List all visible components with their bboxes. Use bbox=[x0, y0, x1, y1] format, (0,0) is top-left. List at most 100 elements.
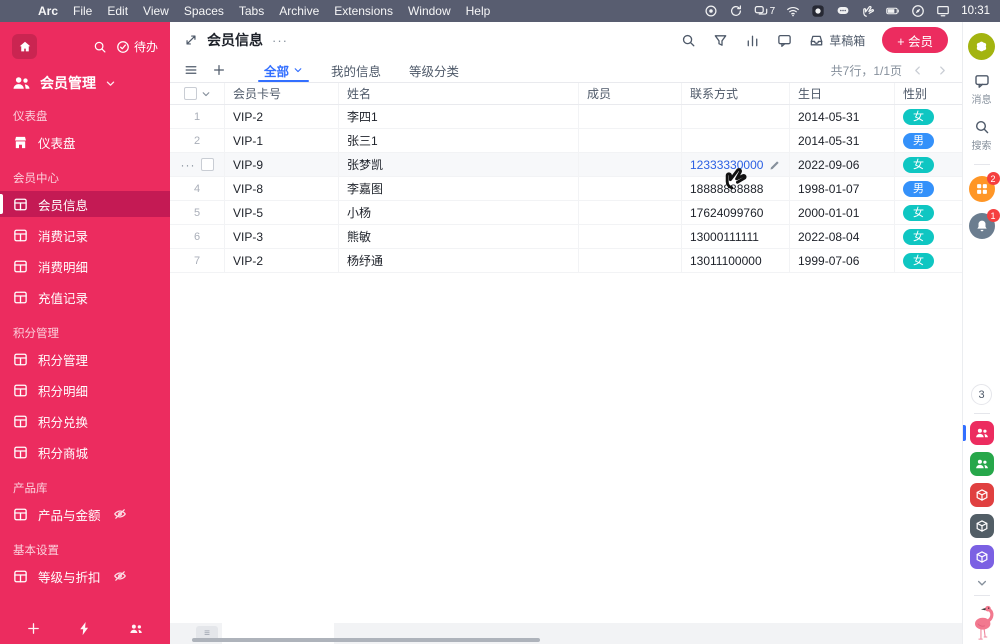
dock-search-button[interactable]: 搜索 bbox=[972, 119, 992, 152]
sidebar-item-积分兑换[interactable]: 积分兑换 bbox=[0, 408, 170, 434]
dock-app-3[interactable] bbox=[969, 483, 994, 507]
workspace-switcher[interactable]: 会员管理 bbox=[12, 73, 158, 93]
messages-button[interactable]: 消息 bbox=[972, 73, 992, 106]
sidebar-item-产品与金额[interactable]: 产品与金额 bbox=[0, 501, 170, 527]
record-icon[interactable] bbox=[704, 4, 718, 18]
row-menu-icon[interactable]: ··· bbox=[181, 158, 196, 172]
flamingo-mascot[interactable] bbox=[965, 602, 999, 644]
notifications-button[interactable]: 1 bbox=[968, 209, 1000, 239]
row-number: 2 bbox=[193, 134, 201, 147]
gender-badge: 女 bbox=[903, 252, 934, 269]
column-header-联系方式[interactable]: 联系方式 bbox=[682, 83, 790, 104]
table-row-6[interactable]: 6 VIP-3 熊敏 13000111111 2022-08-04 女 bbox=[170, 225, 962, 249]
menubar-item-extensions[interactable]: Extensions bbox=[334, 4, 393, 18]
compass-icon[interactable] bbox=[911, 4, 925, 18]
table-row-5[interactable]: 5 VIP-5 小杨 17624099760 2000-01-01 女 bbox=[170, 201, 962, 225]
avatar-glyph-icon bbox=[975, 40, 988, 53]
sidebar-item-会员信息[interactable]: 会员信息 bbox=[0, 191, 170, 217]
sidebar-item-仪表盘[interactable]: 仪表盘 bbox=[0, 129, 170, 155]
bolt-icon[interactable] bbox=[77, 621, 92, 636]
table-row-1[interactable]: 1 VIP-2 李四1 2014-05-31 女 bbox=[170, 105, 962, 129]
select-all-checkbox[interactable] bbox=[183, 87, 197, 100]
gender-badge: 男 bbox=[903, 132, 934, 149]
display-icon[interactable] bbox=[936, 4, 950, 18]
bubble-icon[interactable] bbox=[836, 4, 850, 18]
sidebar-search-icon[interactable] bbox=[93, 40, 107, 54]
menubar-item-view[interactable]: View bbox=[143, 4, 169, 18]
chat-icon[interactable] bbox=[754, 4, 768, 18]
apple-icon[interactable] bbox=[10, 4, 23, 18]
menubar-item-spaces[interactable]: Spaces bbox=[184, 4, 224, 18]
refresh-icon[interactable] bbox=[729, 4, 743, 18]
pencil-icon[interactable] bbox=[769, 159, 781, 171]
table-row-7[interactable]: 7 VIP-2 杨纾通 13011100000 1999-07-06 女 bbox=[170, 249, 962, 273]
filter-icon[interactable] bbox=[713, 33, 728, 48]
refresh-icon[interactable] bbox=[808, 64, 821, 77]
table-row-3[interactable]: ··· VIP-9 张梦凯 12333330000 2022-09-06 女 bbox=[170, 153, 962, 177]
dock-app-2[interactable] bbox=[969, 452, 994, 476]
draft-box-button[interactable]: 草稿箱 bbox=[809, 32, 865, 49]
chevron-down-icon[interactable] bbox=[201, 89, 211, 99]
cell-birthday: 2014-05-31 bbox=[798, 133, 860, 148]
sidebar-item-积分管理[interactable]: 积分管理 bbox=[0, 346, 170, 372]
cell-birthday: 2022-09-06 bbox=[798, 157, 860, 172]
add-view-icon[interactable] bbox=[212, 63, 226, 77]
tab-我的信息[interactable]: 我的信息 bbox=[317, 58, 395, 82]
row-checkbox[interactable] bbox=[200, 158, 214, 171]
plus-icon[interactable] bbox=[26, 621, 41, 636]
table-row-2[interactable]: 2 VIP-1 张三1 2014-05-31 男 bbox=[170, 129, 962, 153]
sidebar-item-消费明细[interactable]: 消费明细 bbox=[0, 253, 170, 279]
page-prev-icon[interactable] bbox=[912, 65, 923, 76]
sidebar-section-label: 基本设置 bbox=[13, 545, 59, 557]
sidebar-item-积分商城[interactable]: 积分商城 bbox=[0, 439, 170, 465]
battery-icon[interactable] bbox=[886, 4, 900, 18]
view-list-icon[interactable] bbox=[184, 63, 198, 77]
sidebar-item-消费记录[interactable]: 消费记录 bbox=[0, 222, 170, 248]
add-member-button[interactable]: + 会员 bbox=[882, 27, 948, 53]
messages-label: 消息 bbox=[971, 95, 992, 106]
sidebar-item-充值记录[interactable]: 充值记录 bbox=[0, 284, 170, 310]
todo-button[interactable]: 待办 bbox=[116, 38, 158, 55]
home-button[interactable] bbox=[12, 34, 37, 59]
sidebar-item-等级与折扣[interactable]: 等级与折扣 bbox=[0, 563, 170, 589]
chart-icon[interactable] bbox=[745, 33, 760, 48]
search-icon[interactable] bbox=[681, 33, 696, 48]
horizontal-scrollbar[interactable] bbox=[192, 638, 540, 642]
menubar-item-tabs[interactable]: Tabs bbox=[239, 4, 264, 18]
column-header-性别[interactable]: 性别 bbox=[895, 83, 962, 104]
apps-button[interactable]: 2 bbox=[968, 172, 1000, 202]
column-header-生日[interactable]: 生日 bbox=[790, 83, 895, 104]
table-icon bbox=[13, 352, 28, 367]
user-avatar[interactable] bbox=[968, 33, 995, 60]
dock-app-1[interactable] bbox=[962, 421, 994, 445]
menubar-item-archive[interactable]: Archive bbox=[279, 4, 319, 18]
dock-count-pill[interactable]: 3 bbox=[971, 384, 992, 405]
cell-name: 张梦凯 bbox=[347, 158, 384, 172]
menubar-item-edit[interactable]: Edit bbox=[107, 4, 128, 18]
users-icon[interactable] bbox=[129, 621, 144, 636]
hand-icon[interactable] bbox=[861, 4, 875, 18]
page-next-icon[interactable] bbox=[937, 65, 948, 76]
collapse-expand-icon[interactable] bbox=[184, 33, 198, 47]
column-header-会员卡号[interactable]: 会员卡号 bbox=[225, 83, 339, 104]
wifi-icon[interactable] bbox=[786, 4, 800, 18]
menubar-clock: 10:31 bbox=[961, 5, 990, 17]
sidebar-item-积分明细[interactable]: 积分明细 bbox=[0, 377, 170, 403]
menubar-item-window[interactable]: Window bbox=[408, 4, 451, 18]
dock-chevron-down-icon[interactable] bbox=[976, 577, 988, 589]
row-number: 5 bbox=[193, 206, 201, 219]
tab-等级分类[interactable]: 等级分类 bbox=[395, 58, 473, 82]
comment-icon[interactable] bbox=[777, 33, 792, 48]
dock-app-5[interactable] bbox=[969, 545, 994, 569]
column-header-姓名[interactable]: 姓名 bbox=[339, 83, 579, 104]
table-row-4[interactable]: 4 VIP-8 李嘉图 18888888888 1998-01-07 男 bbox=[170, 177, 962, 201]
dock-app-4[interactable] bbox=[969, 514, 994, 538]
arc-icon[interactable] bbox=[811, 4, 825, 18]
column-header-成员[interactable]: 成员 bbox=[579, 83, 682, 104]
tab-全部[interactable]: 全部 bbox=[250, 58, 317, 82]
menubar-item-help[interactable]: Help bbox=[466, 4, 491, 18]
more-menu-icon[interactable]: ··· bbox=[272, 33, 288, 48]
table-icon bbox=[13, 507, 28, 522]
menubar-item-file[interactable]: File bbox=[73, 4, 92, 18]
menubar-item-arc[interactable]: Arc bbox=[38, 4, 58, 18]
